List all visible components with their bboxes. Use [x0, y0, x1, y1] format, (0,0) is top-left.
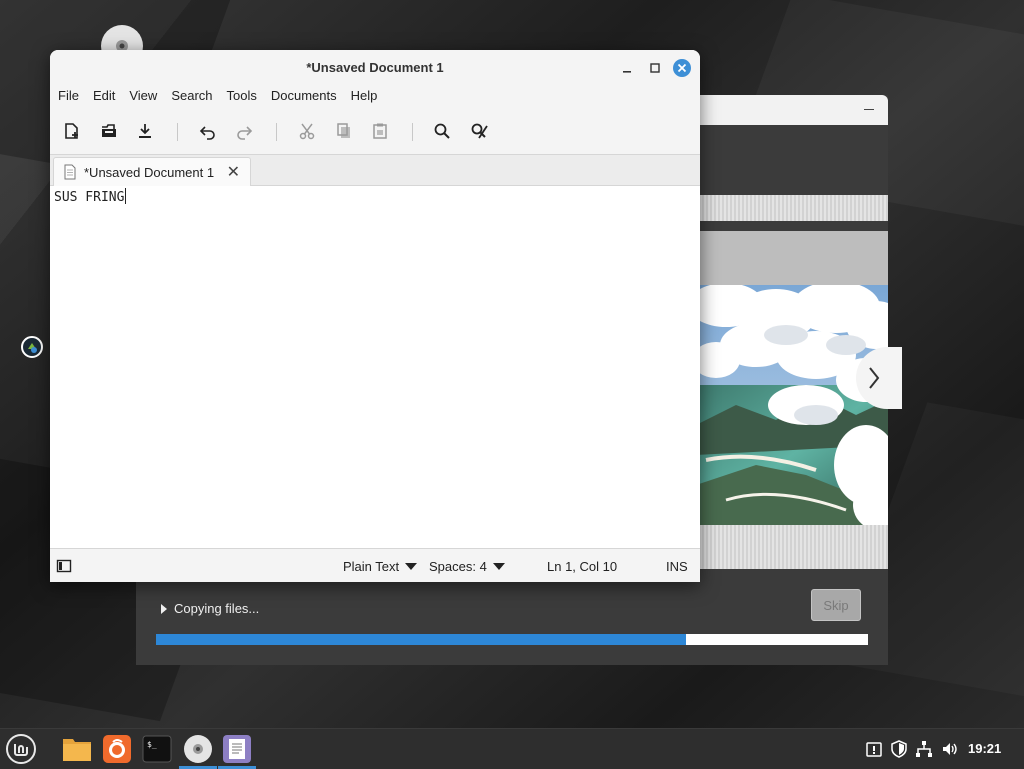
find-icon	[434, 123, 450, 139]
update-warning-icon	[866, 742, 882, 757]
close-icon	[673, 59, 691, 77]
cut-button[interactable]	[296, 120, 318, 142]
toolbar-separator	[177, 123, 178, 141]
window-title: *Unsaved Document 1	[306, 60, 444, 75]
security-tray[interactable]	[889, 739, 909, 759]
taskbar-terminal[interactable]: $_	[138, 729, 176, 769]
dropdown-arrow-icon	[405, 563, 418, 570]
text-editor-icon	[223, 735, 251, 763]
taskbar-text-editor[interactable]	[218, 729, 256, 769]
slideshow-banner	[696, 231, 888, 285]
document-tab-label: *Unsaved Document 1	[84, 164, 215, 180]
save-button[interactable]	[134, 120, 156, 142]
open-document-icon	[102, 124, 116, 137]
network-desktop-icon[interactable]	[20, 335, 44, 362]
maximize-icon	[650, 63, 660, 73]
document-icon	[64, 164, 76, 180]
firefox-icon	[103, 735, 131, 763]
network-icon	[916, 741, 932, 757]
new-document-icon	[65, 123, 78, 139]
document-content: SUS FRING	[54, 190, 125, 205]
paste-button[interactable]	[369, 120, 391, 142]
tab-close-icon[interactable]: ✕	[227, 162, 240, 182]
document-tab-bar: *Unsaved Document 1 ✕	[50, 155, 700, 186]
redo-icon	[237, 126, 253, 140]
install-progress-fill	[156, 634, 687, 645]
undo-button[interactable]	[197, 120, 219, 142]
shield-icon	[891, 740, 907, 758]
minimize-icon[interactable]	[864, 109, 874, 110]
slideshow-strip	[696, 195, 888, 221]
document-tab[interactable]: *Unsaved Document 1 ✕	[53, 157, 251, 186]
file-manager-icon	[63, 739, 91, 761]
copy-button[interactable]	[333, 120, 355, 142]
install-status-text: Copying files...	[174, 601, 260, 616]
find-replace-icon	[471, 123, 488, 139]
volume-icon	[943, 743, 957, 755]
menu-documents[interactable]: Documents	[271, 84, 345, 108]
skip-button[interactable]: Skip	[811, 589, 861, 621]
find-replace-button[interactable]	[468, 120, 490, 142]
install-progress-bar	[156, 634, 868, 645]
update-manager-tray[interactable]	[864, 739, 884, 759]
menu-bar: File Edit View Search Tools Documents He…	[50, 84, 700, 108]
start-menu-button[interactable]	[2, 729, 40, 769]
language-selector[interactable]: Plain Text	[343, 559, 418, 574]
tab-width-label: Spaces: 4	[429, 559, 487, 574]
clock[interactable]: 19:21	[968, 741, 1001, 756]
paste-icon	[373, 123, 387, 139]
language-label: Plain Text	[343, 559, 400, 574]
toolbar-separator	[412, 123, 413, 141]
undo-icon	[199, 126, 215, 140]
redo-button[interactable]	[233, 120, 255, 142]
volume-tray[interactable]	[940, 739, 960, 759]
copy-icon	[337, 123, 350, 138]
side-panel-toggle[interactable]	[56, 558, 72, 574]
text-caret	[125, 188, 127, 204]
minimize-button[interactable]	[618, 59, 636, 77]
terminal-icon: $_	[142, 735, 172, 763]
cursor-position: Ln 1, Col 10	[547, 559, 618, 574]
slideshow-strip-bottom	[696, 525, 888, 569]
taskbar-firefox[interactable]	[98, 729, 136, 769]
svg-text:$_: $_	[147, 740, 157, 749]
dropdown-arrow-icon	[492, 563, 505, 570]
expander-triangle-icon	[161, 603, 167, 614]
chevron-right-icon	[869, 367, 880, 389]
menu-search[interactable]: Search	[171, 84, 220, 108]
titlebar[interactable]: *Unsaved Document 1	[50, 50, 700, 84]
taskbar-file-manager[interactable]	[58, 729, 96, 769]
menu-help[interactable]: Help	[351, 84, 386, 108]
open-document-button[interactable]	[98, 120, 120, 142]
new-document-button[interactable]	[61, 120, 83, 142]
cut-icon	[299, 123, 315, 140]
menu-edit[interactable]: Edit	[93, 84, 123, 108]
menu-tools[interactable]: Tools	[227, 84, 265, 108]
insert-mode: INS	[666, 559, 688, 574]
network-tray[interactable]	[914, 739, 934, 759]
maximize-button[interactable]	[646, 59, 664, 77]
menu-view[interactable]: View	[129, 84, 165, 108]
toolbar	[50, 108, 700, 155]
menu-file[interactable]: File	[58, 84, 87, 108]
menu-icon	[6, 734, 36, 764]
slideshow-image	[696, 285, 888, 525]
desktop: Copying files... Skip *Unsaved Document …	[0, 0, 1024, 728]
taskbar-installer[interactable]	[179, 729, 217, 769]
status-bar: Plain Text Spaces: 4 Ln 1, Col 10 INS	[50, 548, 700, 582]
toolbar-separator	[276, 123, 277, 141]
find-button[interactable]	[431, 120, 453, 142]
install-status[interactable]: Copying files...	[160, 601, 259, 616]
taskbar: $_ 19:21	[0, 728, 1024, 769]
text-editor-window: *Unsaved Document 1 File Edit View Searc…	[50, 50, 700, 582]
disc-installer-icon	[184, 735, 212, 763]
save-icon	[139, 124, 151, 138]
close-button[interactable]	[673, 59, 691, 77]
tab-width-selector[interactable]: Spaces: 4	[429, 559, 505, 574]
text-area[interactable]: SUS FRING	[50, 186, 700, 548]
minimize-icon	[623, 71, 631, 73]
side-panel-icon	[56, 559, 72, 573]
